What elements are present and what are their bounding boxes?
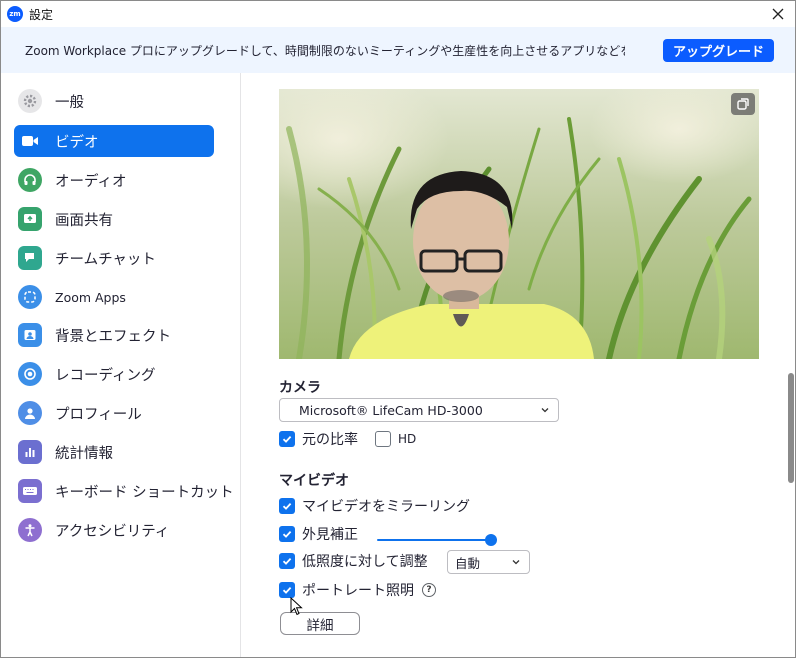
chevron-down-icon <box>512 560 520 565</box>
detail-button[interactable]: 詳細 <box>280 612 360 635</box>
camera-section-title: カメラ <box>279 380 321 396</box>
mirror-video-option: マイビデオをミラーリング <box>279 495 470 517</box>
sidebar-item-label: キーボード ショートカット <box>55 484 234 501</box>
help-icon[interactable]: ? <box>422 583 436 597</box>
camera-preview <box>279 89 759 359</box>
zoom-logo-icon: zm <box>7 6 23 22</box>
upgrade-banner: Zoom Workplace プロにアップグレードして、時間制限のないミーティン… <box>1 27 795 73</box>
close-icon <box>772 8 784 20</box>
check-icon <box>282 530 292 538</box>
sidebar-item-statistics[interactable]: 統計情報 <box>14 436 214 468</box>
sidebar-item-label: 統計情報 <box>55 445 113 462</box>
check-icon <box>282 586 292 594</box>
portrait-lighting-label: ポートレート照明 <box>302 583 414 599</box>
low-light-checkbox[interactable] <box>279 553 295 569</box>
gear-icon <box>18 89 42 113</box>
close-button[interactable] <box>765 3 791 25</box>
profile-icon <box>18 401 42 425</box>
my-video-section-title: マイビデオ <box>279 473 349 489</box>
touch-up-slider-track <box>377 539 491 541</box>
rotate-camera-button[interactable] <box>731 93 755 115</box>
low-light-option: 低照度に対して調整 <box>279 550 428 572</box>
sidebar-item-label: オーディオ <box>55 173 127 190</box>
settings-sidebar: 一般 ビデオ オーディオ 画面共有 チームチャット Zoom Apps 背景とエ… <box>1 73 241 657</box>
sidebar-item-label: アクセシビリティ <box>55 523 170 540</box>
portrait-lighting-checkbox[interactable] <box>279 582 295 598</box>
touch-up-slider-thumb[interactable] <box>485 534 497 546</box>
apps-icon <box>18 285 42 309</box>
mirror-video-checkbox[interactable] <box>279 498 295 514</box>
title-bar: zm 設定 <box>1 1 795 27</box>
sidebar-item-label: プロフィール <box>55 406 142 423</box>
video-settings-panel: カメラ Microsoft® LifeCam HD-3000 元の比率 HD マ… <box>242 73 795 657</box>
touch-up-label: 外見補正 <box>302 527 358 543</box>
sidebar-item-label: 背景とエフェクト <box>55 328 171 345</box>
sidebar-item-accessibility[interactable]: アクセシビリティ <box>14 514 214 546</box>
sidebar-item-label: 一般 <box>55 94 84 111</box>
touch-up-checkbox[interactable] <box>279 526 295 542</box>
accessibility-icon <box>18 518 42 542</box>
settings-window: zm 設定 Zoom Workplace プロにアップグレードして、時間制限のな… <box>0 0 796 658</box>
sidebar-item-keyboard-shortcuts[interactable]: キーボード ショートカット <box>14 475 234 507</box>
sidebar-item-video[interactable]: ビデオ <box>14 125 214 157</box>
hd-checkbox[interactable] <box>375 431 391 447</box>
record-icon <box>18 362 42 386</box>
banner-text: Zoom Workplace プロにアップグレードして、時間制限のないミーティン… <box>25 43 625 58</box>
sidebar-item-audio[interactable]: オーディオ <box>14 164 214 196</box>
camera-select[interactable]: Microsoft® LifeCam HD-3000 <box>279 398 559 422</box>
low-light-select-value: 自動 <box>455 555 481 571</box>
portrait-lighting-option: ポートレート照明 ? <box>279 579 436 601</box>
keyboard-icon <box>18 479 42 503</box>
sidebar-item-recording[interactable]: レコーディング <box>14 358 214 390</box>
window-title: 設定 <box>29 7 54 22</box>
sidebar-item-label: ビデオ <box>55 134 99 151</box>
chat-icon <box>18 246 42 270</box>
statistics-icon <box>18 440 42 464</box>
headphones-icon <box>18 168 42 192</box>
camera-select-value: Microsoft® LifeCam HD-3000 <box>299 402 483 418</box>
sidebar-item-zoom-apps[interactable]: Zoom Apps <box>14 281 214 313</box>
sidebar-item-label: 画面共有 <box>55 212 113 229</box>
low-light-select[interactable]: 自動 <box>447 550 530 574</box>
check-icon <box>282 502 292 510</box>
touch-up-option: 外見補正 <box>279 523 358 545</box>
original-ratio-label: 元の比率 <box>302 432 358 448</box>
sidebar-item-label: レコーディング <box>55 367 156 384</box>
video-camera-icon <box>18 129 42 153</box>
sidebar-item-general[interactable]: 一般 <box>14 85 214 117</box>
original-ratio-option: 元の比率 HD <box>279 428 416 450</box>
rotate-icon <box>737 98 749 110</box>
original-ratio-checkbox[interactable] <box>279 431 295 447</box>
sidebar-item-background-effects[interactable]: 背景とエフェクト <box>14 319 214 351</box>
sidebar-item-team-chat[interactable]: チームチャット <box>14 242 214 274</box>
sidebar-item-profile[interactable]: プロフィール <box>14 397 214 429</box>
low-light-label: 低照度に対して調整 <box>302 554 428 570</box>
check-icon <box>282 557 292 565</box>
check-icon <box>282 435 292 443</box>
sidebar-item-share-screen[interactable]: 画面共有 <box>14 203 214 235</box>
scrollbar-thumb[interactable] <box>788 373 794 483</box>
chevron-down-icon <box>541 408 549 413</box>
share-screen-icon <box>18 207 42 231</box>
touch-up-slider[interactable] <box>377 533 497 547</box>
sidebar-item-label: チームチャット <box>55 251 156 268</box>
upgrade-button[interactable]: アップグレード <box>663 39 774 62</box>
hd-label: HD <box>398 432 417 446</box>
mirror-video-label: マイビデオをミラーリング <box>302 499 470 515</box>
background-icon <box>18 323 42 347</box>
camera-preview-image <box>279 89 759 359</box>
sidebar-item-label: Zoom Apps <box>55 289 126 305</box>
scrollbar[interactable] <box>785 73 795 657</box>
